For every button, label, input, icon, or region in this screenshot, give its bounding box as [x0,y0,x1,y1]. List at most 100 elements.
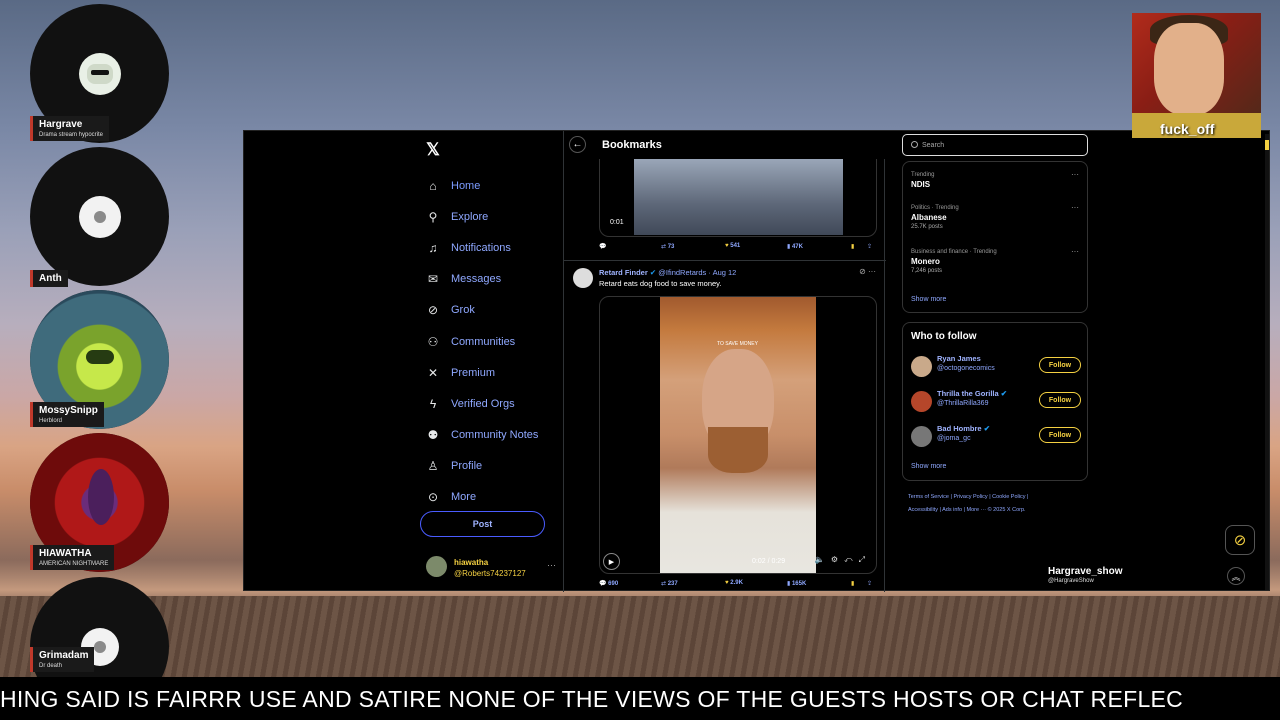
follow-suggestion[interactable]: Thrilla the Gorilla ✔ @ThrillaRilla369 F… [911,388,1081,414]
sidebar-item-home[interactable]: ⌂ Home [426,170,538,201]
verified-badge-icon: ✔ [983,424,990,433]
post-video[interactable]: TO SAVE MONEY ▶ 0:02 / 0:29 🔈⚙⤺⤢ [599,296,877,574]
follow-button[interactable]: Follow [1039,392,1081,408]
search-icon: ⚲ [428,209,438,224]
top-post-media[interactable]: 0:01 [599,159,877,237]
post-author-line[interactable]: Retard Finder ✔ @IfindRetards · Aug 12 [599,268,736,277]
like-count: 541 [730,243,741,249]
guest-name: MossySnipp [39,405,98,416]
who-to-follow-panel: Who to follow Ryan James @octogonecomics… [902,322,1088,481]
share-icon[interactable]: ⇪ [867,580,872,587]
guest-nameplate: Grimadam Dr death [30,647,95,672]
trend-item[interactable]: Politics · Trending Albanese 25.7K posts [911,205,959,230]
follow-suggestion[interactable]: Bad Hombre ✔ @joma_gc Follow [911,423,1081,449]
video-timestamp: 0:01 [610,219,624,226]
like-button[interactable]: ♥ 541 [725,243,740,249]
verified-badge-icon: ✔ [1000,389,1008,398]
scroll-top-icon[interactable]: ︽ [1227,567,1245,585]
post-author: Retard Finder [599,268,648,277]
sidebar-item-communities[interactable]: ⚇ Communities [426,326,538,357]
follow-button[interactable]: Follow [1039,427,1081,443]
guest-nameplate: MossySnipp Herblord [30,402,104,427]
trend-item[interactable]: Trending NDIS [911,172,934,189]
repost-button[interactable]: ⇄ 237 [661,580,678,587]
video-controls[interactable]: 🔈⚙⤺⤢ [815,555,871,565]
trend-context: Trending [911,172,935,178]
footer-line[interactable]: Terms of Service | Privacy Policy | Cook… [908,491,1088,504]
back-arrow-icon[interactable]: ← [569,136,586,153]
sidebar-item-premium[interactable]: ✕ Premium [426,357,538,388]
video-beard [708,427,768,473]
divider [564,260,886,261]
search-icon [911,141,918,148]
verified-badge-icon: ✔ [649,268,657,277]
sidebar-item-verified-orgs[interactable]: ϟ Verified Orgs [426,388,538,419]
meme-overlay: fuck_off [1132,13,1261,138]
bookmark-icon[interactable]: ▮ [851,243,854,250]
views-button[interactable]: ▮ 47K [787,243,803,250]
sidebar-item-profile[interactable]: ♙ Profile [426,451,538,482]
sidebar-item-community-notes[interactable]: ⚉ Community Notes [426,420,539,451]
trend-more-icon[interactable]: ··· [1071,247,1079,256]
follow-suggestion[interactable]: Ryan James @octogonecomics Follow [911,353,1081,379]
trends-show-more-link[interactable]: Show more [911,296,946,303]
trend-more-icon[interactable]: ··· [1071,203,1079,212]
ticker-text: HING SAID IS FAIRRR USE AND SATIRE NONE … [0,686,1184,712]
scrollbar-thumb[interactable] [1265,140,1269,150]
more-icon[interactable]: ··· [547,560,556,570]
x-premium-icon: ✕ [427,365,439,380]
play-icon[interactable]: ▶ [603,553,620,570]
reply-button[interactable]: 💬 690 [599,580,618,587]
guest-nameplate: Anth [30,270,68,287]
follow-show-more-link[interactable]: Show more [911,463,946,470]
post-more-icon[interactable]: ⊘ ··· [859,267,876,276]
disclaimer-ticker: HING SAID IS FAIRRR USE AND SATIRE NONE … [0,677,1280,720]
account-display-name: hiawatha [454,558,489,567]
guest-subtitle: AMERICAN NIGHTMARE [39,561,109,567]
sidebar-item-explore[interactable]: ⚲ Explore [426,201,538,232]
sidebar-item-more[interactable]: ⊙ More [426,482,538,513]
author-avatar[interactable] [573,268,593,288]
trend-item[interactable]: Business and finance · Trending Monero 7… [911,249,997,274]
sidebar-item-label: Grok [451,304,475,317]
sidebar-item-label: Verified Orgs [451,397,515,410]
follow-button[interactable]: Follow [1039,357,1081,373]
scrollbar[interactable] [1265,134,1269,590]
trend-more-icon[interactable]: ··· [1071,170,1079,179]
repost-button[interactable]: ⇄ 73 [661,243,674,250]
suggestion-name: Thrilla the Gorilla ✔ [937,389,1008,398]
communities-icon: ⚇ [427,334,439,349]
suggestion-handle: @ThrillaRilla369 [937,400,989,407]
footer-links[interactable]: Terms of Service | Privacy Policy | Cook… [908,491,1088,517]
media-image [634,159,843,235]
reply-icon[interactable]: 💬 [599,243,606,250]
sidebar-nav: 𝕏 ⌂ Home ⚲ Explore ♫ Notifications ✉ Messages ⊘ G… [420,131,565,592]
video-caption: TO SAVE MONEY [717,341,758,347]
views-button[interactable]: ▮ 165K [787,580,806,587]
footer-line[interactable]: Accessibility | Ads info | More ··· © 20… [908,504,1088,517]
guest-nameplate: Hargrave Drama stream hypocrite [30,116,110,141]
account-switcher[interactable]: hiawatha @Roberts74237127 ··· [426,556,556,580]
host-handle: @HargraveShow [1048,578,1094,584]
profile-icon: ♙ [427,459,439,474]
sidebar-item-label: Profile [451,460,483,473]
x-logo-icon[interactable]: 𝕏 [420,137,446,163]
trend-context: Politics · Trending [911,205,959,211]
video-time: 0:02 / 0:29 [752,558,786,565]
leaf-face [86,350,114,364]
sidebar-item-grok[interactable]: ⊘ Grok [426,295,538,326]
guest-tile-anth [30,147,169,286]
right-sidebar: Search Trending NDIS ··· Politics · Tren… [900,131,1090,592]
search-input[interactable]: Search [902,134,1088,156]
more-icon: ⊙ [427,490,439,505]
meme-face [1154,23,1224,115]
like-button[interactable]: ♥ 2.9K [725,580,743,586]
post-button[interactable]: Post [420,511,545,537]
avatar [911,391,932,412]
sidebar-item-notifications[interactable]: ♫ Notifications [426,232,538,263]
bookmark-icon[interactable]: ▮ [851,580,854,587]
sidebar-item-messages[interactable]: ✉ Messages [426,264,538,295]
grok-icon[interactable]: ⊘ [1225,525,1255,555]
share-icon[interactable]: ⇪ [867,243,872,250]
x-browser-window: 𝕏 ⌂ Home ⚲ Explore ♫ Notifications ✉ Messages ⊘ G… [243,130,1270,592]
